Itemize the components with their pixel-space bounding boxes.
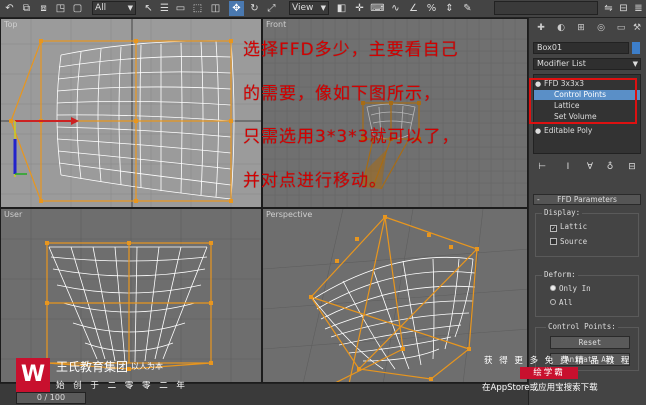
display-group: Display: ✓ Lattic Source xyxy=(535,208,639,257)
top-viewport-scene xyxy=(1,19,261,207)
modify-tab-icon[interactable]: ◐ xyxy=(555,21,567,35)
keyboard-shortcut-icon[interactable]: ⌨ xyxy=(370,1,385,16)
link-icon[interactable]: ⧉ xyxy=(19,1,34,16)
stack-toolbar: ⊢ I ∀ ♁ ⊟ xyxy=(533,160,641,176)
window-crossing-icon[interactable]: ⬚ xyxy=(190,1,205,16)
company-slogan: 以人为本 xyxy=(131,362,163,371)
chevron-down-icon: ▼ xyxy=(127,4,133,12)
company-founded: 始 创 于 二 零 零 二 年 xyxy=(56,381,188,391)
radio-unselected-icon xyxy=(550,299,556,305)
promo-line-1: 获 得 更 多 免 费 精 品 教 程 xyxy=(484,356,632,366)
move-tool-icon[interactable]: ✥ xyxy=(229,1,244,16)
named-selection-set-dropdown[interactable] xyxy=(494,1,598,15)
promo-line-2: 在AppStore或应用宝搜索下载 xyxy=(482,383,598,393)
display-group-label: Display: xyxy=(542,208,583,217)
promo-badge: 绘学霸 xyxy=(520,367,578,379)
object-name-field[interactable]: Box01 xyxy=(533,42,629,54)
modifier-list-label: Modifier List xyxy=(537,59,586,68)
checkbox-checked-icon: ✓ xyxy=(550,225,557,232)
stack-item-editable-poly-label: Editable Poly xyxy=(544,126,593,135)
create-tab-icon[interactable]: ✚ xyxy=(535,21,547,35)
viewport-perspective-label[interactable]: Perspective xyxy=(266,210,312,219)
undo-icon[interactable]: ↶ xyxy=(2,1,17,16)
command-panel-tabs: ✚ ◐ ⊞ ◎ ▭ ⚒ xyxy=(529,18,646,38)
viewport-user[interactable]: User xyxy=(0,208,262,383)
angle-snap-icon[interactable]: ∠ xyxy=(406,1,421,16)
viewport-top-label[interactable]: Top xyxy=(4,20,18,29)
pin-stack-icon[interactable]: ⊢ xyxy=(535,160,549,174)
source-checkbox[interactable]: Source xyxy=(550,237,587,246)
make-unique-icon[interactable]: ∀ xyxy=(583,160,597,174)
layers-icon[interactable]: ≣ xyxy=(631,1,646,16)
hierarchy-tab-icon[interactable]: ⊞ xyxy=(575,21,587,35)
stack-item-editable-poly[interactable]: ● Editable Poly xyxy=(534,126,640,136)
main-toolbar: ↶ ⧉ ⧈ ◳ ▢ All ▼ ↖ ☰ ▭ ⬚ ◫ ✥ ↻ ⤢ View ▼ ◧ ✛… xyxy=(0,0,646,18)
only-in-radio-label: Only In xyxy=(559,284,591,293)
pivot-icon[interactable]: ◧ xyxy=(334,1,349,16)
display-tab-icon[interactable]: ▭ xyxy=(615,21,627,35)
company-name: 王氏教育集团 xyxy=(56,360,129,374)
viewport-top[interactable]: Top xyxy=(0,18,262,208)
crossing-icon[interactable]: ◫ xyxy=(208,1,223,16)
control-points-group-label: Control Points: xyxy=(546,322,618,331)
reference-coordinate-value: View xyxy=(292,3,314,13)
show-end-result-icon[interactable]: I xyxy=(561,160,575,174)
utilities-tab-icon[interactable]: ⚒ xyxy=(631,21,643,35)
instruction-line-1: 选择FFD多少，主要看自己 xyxy=(243,40,459,60)
motion-tab-icon[interactable]: ◎ xyxy=(595,21,607,35)
all-radio[interactable]: All xyxy=(550,298,573,307)
instruction-line-4: 并对点进行移动。 xyxy=(243,171,387,191)
radio-selected-icon xyxy=(550,285,556,291)
reset-button[interactable]: Reset xyxy=(550,336,630,349)
all-radio-label: All xyxy=(559,298,573,307)
reference-coordinate-dropdown[interactable]: View ▼ xyxy=(289,1,329,15)
lattice-checkbox[interactable]: ✓ Lattic xyxy=(550,222,587,232)
deform-group: Deform: Only In All xyxy=(535,270,639,317)
highlight-annotation-box xyxy=(529,78,637,124)
chevron-down-icon: ▼ xyxy=(632,60,638,68)
bind-icon[interactable]: ◳ xyxy=(53,1,68,16)
checkbox-unchecked-icon xyxy=(550,238,557,245)
object-color-swatch[interactable] xyxy=(632,42,640,54)
configure-sets-icon[interactable]: ⊟ xyxy=(625,160,639,174)
deform-group-label: Deform: xyxy=(542,270,578,279)
select-by-name-icon[interactable]: ☰ xyxy=(157,1,172,16)
rotate-tool-icon[interactable]: ↻ xyxy=(247,1,262,16)
instruction-line-2: 的需要，像如下图所示， xyxy=(243,84,441,104)
unlink-icon[interactable]: ⧈ xyxy=(36,1,51,16)
lightbulb-icon[interactable]: ● xyxy=(535,126,541,136)
command-panel: ✚ ◐ ⊞ ◎ ▭ ⚒ Box01 Modifier List ▼ ● FFD 3x… xyxy=(528,18,646,405)
instruction-line-3: 只需选用3*3*3就可以了， xyxy=(243,127,460,147)
ffd-parameters-header[interactable]: - FFD Parameters xyxy=(533,194,641,205)
viewport-front-label[interactable]: Front xyxy=(266,20,286,29)
mirror-icon[interactable]: ⇋ xyxy=(601,1,616,16)
selection-filter-dropdown[interactable]: All ▼ xyxy=(92,1,136,15)
source-checkbox-label: Source xyxy=(560,237,588,246)
align-icon[interactable]: ⊟ xyxy=(616,1,631,16)
only-in-radio[interactable]: Only In xyxy=(550,284,591,293)
spinner-snap-icon[interactable]: ⇕ xyxy=(442,1,457,16)
time-slider[interactable]: 0 / 100 xyxy=(16,392,86,404)
select-arrow-icon[interactable]: ↖ xyxy=(141,1,156,16)
rect-select-icon[interactable]: ▭ xyxy=(173,1,188,16)
company-logo-icon: W xyxy=(16,358,50,392)
select-object-icon[interactable]: ▢ xyxy=(70,1,85,16)
lattice-checkbox-label: Lattic xyxy=(560,222,588,231)
selection-filter-value: All xyxy=(95,3,107,13)
scale-tool-icon[interactable]: ⤢ xyxy=(264,1,279,16)
percent-snap-icon[interactable]: % xyxy=(424,1,439,16)
edit-named-selection-icon[interactable]: ✎ xyxy=(460,1,475,16)
ffd-parameters-title: FFD Parameters xyxy=(557,195,617,204)
viewport-user-label[interactable]: User xyxy=(4,210,22,219)
snaps-toggle-icon[interactable]: ∿ xyxy=(388,1,403,16)
collapse-icon: - xyxy=(537,195,540,204)
remove-modifier-icon[interactable]: ♁ xyxy=(603,160,617,174)
chevron-down-icon: ▼ xyxy=(320,4,326,12)
user-viewport-scene xyxy=(1,209,261,382)
modifier-list-dropdown[interactable]: Modifier List ▼ xyxy=(533,58,641,70)
app-window: ↶ ⧉ ⧈ ◳ ▢ All ▼ ↖ ☰ ▭ ⬚ ◫ ✥ ↻ ⤢ View ▼ ◧ ✛… xyxy=(0,0,646,405)
manipulate-icon[interactable]: ✛ xyxy=(352,1,367,16)
